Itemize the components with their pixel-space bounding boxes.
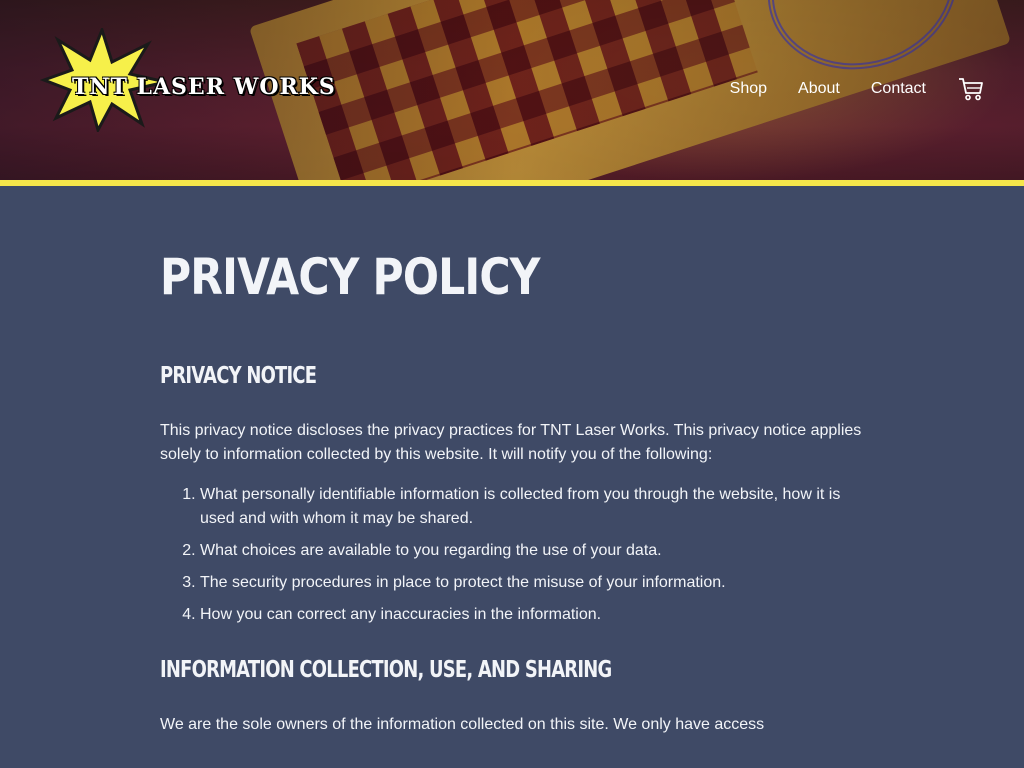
logo-text: TNT LASER WORKS	[72, 74, 336, 100]
main-nav: Shop About Contact	[699, 76, 984, 102]
list-item: How you can correct any inaccuracies in …	[200, 603, 864, 627]
list-item: The security procedures in place to prot…	[200, 571, 864, 595]
site-logo[interactable]: TNT LASER WORKS	[40, 28, 340, 132]
nav-link-about[interactable]: About	[798, 80, 840, 98]
list-item: What personally identifiable information…	[200, 483, 864, 531]
nav-link-shop[interactable]: Shop	[730, 80, 767, 98]
section-intro: We are the sole owners of the informatio…	[160, 716, 765, 733]
section-heading-information-collection: INFORMATION COLLECTION, USE, AND SHARING	[160, 657, 612, 683]
header-hero: TNT LASER WORKS Shop About Contact	[0, 0, 1024, 180]
nav-link-contact[interactable]: Contact	[871, 80, 926, 98]
notice-list: What personally identifiable information…	[160, 483, 864, 627]
page-title: PRIVACY POLICY	[160, 248, 540, 306]
section-intro: This privacy notice discloses the privac…	[160, 422, 862, 463]
main-content: PRIVACY POLICY PRIVACY NOTICE This priva…	[160, 186, 864, 737]
section-heading-privacy-notice: PRIVACY NOTICE	[160, 363, 317, 389]
shopping-cart-icon[interactable]	[958, 76, 984, 102]
list-item: What choices are available to you regard…	[200, 539, 864, 563]
